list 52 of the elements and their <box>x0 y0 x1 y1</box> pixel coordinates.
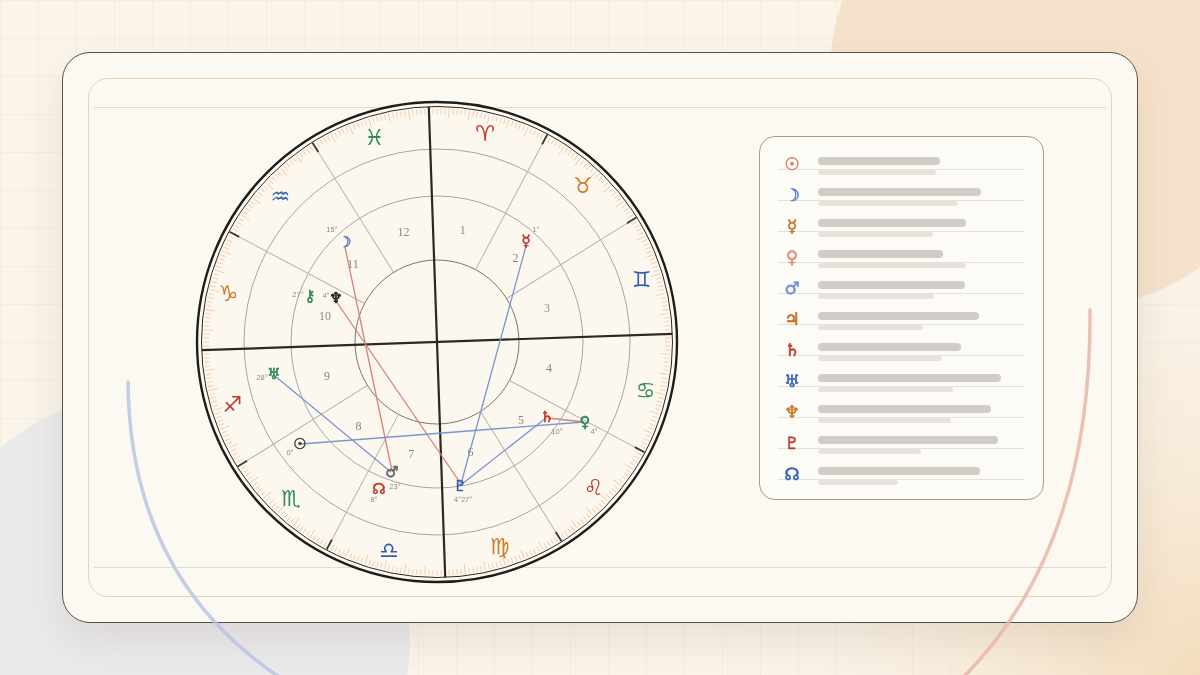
zodiac-symbol: ♍ <box>489 534 510 560</box>
planet-symbol: ☿ <box>521 232 531 250</box>
house-number: 8 <box>355 419 362 434</box>
sign-boundary-tick <box>311 142 320 153</box>
planet-symbol: ♅ <box>267 365 281 383</box>
legend-symbol: ♇ <box>783 435 801 452</box>
legend-symbol: ♄ <box>783 342 801 359</box>
planet-symbol: ☉ <box>293 435 307 453</box>
planet-symbol: ☊ <box>372 480 386 498</box>
house-number: 5 <box>518 413 525 428</box>
legend-symbol: ☽ <box>783 187 801 204</box>
sign-boundary-tick <box>626 216 637 225</box>
house-number: 9 <box>324 368 330 383</box>
house-number: 4 <box>546 360 553 375</box>
sign-boundary-tick <box>541 134 549 145</box>
legend-symbol: ♂ <box>783 280 801 297</box>
house-number: 1 <box>459 222 466 237</box>
legend-symbol: ♅ <box>783 373 801 390</box>
house-number: 3 <box>544 301 550 316</box>
planet-symbol: ☽ <box>338 233 352 251</box>
legend-symbol: ☉ <box>783 156 801 173</box>
zodiac-symbol: ♐ <box>222 392 243 418</box>
planet-symbol: ♄ <box>540 408 554 426</box>
planet-symbol: ♂ <box>385 463 399 481</box>
sign-boundary-tick <box>237 459 248 468</box>
zodiac-symbol: ♉ <box>573 173 593 198</box>
zodiac-symbol: ♓ <box>364 124 385 150</box>
zodiac-symbol: ♋ <box>635 377 656 403</box>
planet-symbol: ♆ <box>329 289 343 307</box>
zodiac-symbol: ♏ <box>281 486 301 511</box>
planet-symbol: ⚷ <box>304 287 316 305</box>
house-number: 10 <box>318 309 331 324</box>
zodiac-symbol: ♊ <box>631 266 652 292</box>
sign-boundary-tick <box>325 539 333 550</box>
zodiac-symbol: ♑ <box>218 281 239 307</box>
legend-symbol: ♃ <box>783 311 801 328</box>
house-number: 7 <box>408 447 415 462</box>
sign-boundary-tick <box>634 446 645 454</box>
legend-symbol: ♀ <box>784 249 800 266</box>
zodiac-symbol: ♒ <box>270 183 291 209</box>
house-number: 12 <box>397 225 410 239</box>
sign-boundary-tick <box>554 531 563 542</box>
planet-symbol: ♀ <box>579 413 591 431</box>
planet-symbol: ♇ <box>453 477 467 495</box>
house-number: 2 <box>512 250 519 265</box>
zodiac-symbol: ♎ <box>379 538 399 563</box>
zodiac-symbol: ♌ <box>583 475 604 501</box>
legend-symbol: ♆ <box>783 404 801 421</box>
zodiac-symbol: ♈ <box>475 121 495 146</box>
sign-boundary-tick <box>229 230 240 238</box>
legend-symbol: ☿ <box>785 218 799 235</box>
legend-symbol: ☊ <box>783 466 801 483</box>
